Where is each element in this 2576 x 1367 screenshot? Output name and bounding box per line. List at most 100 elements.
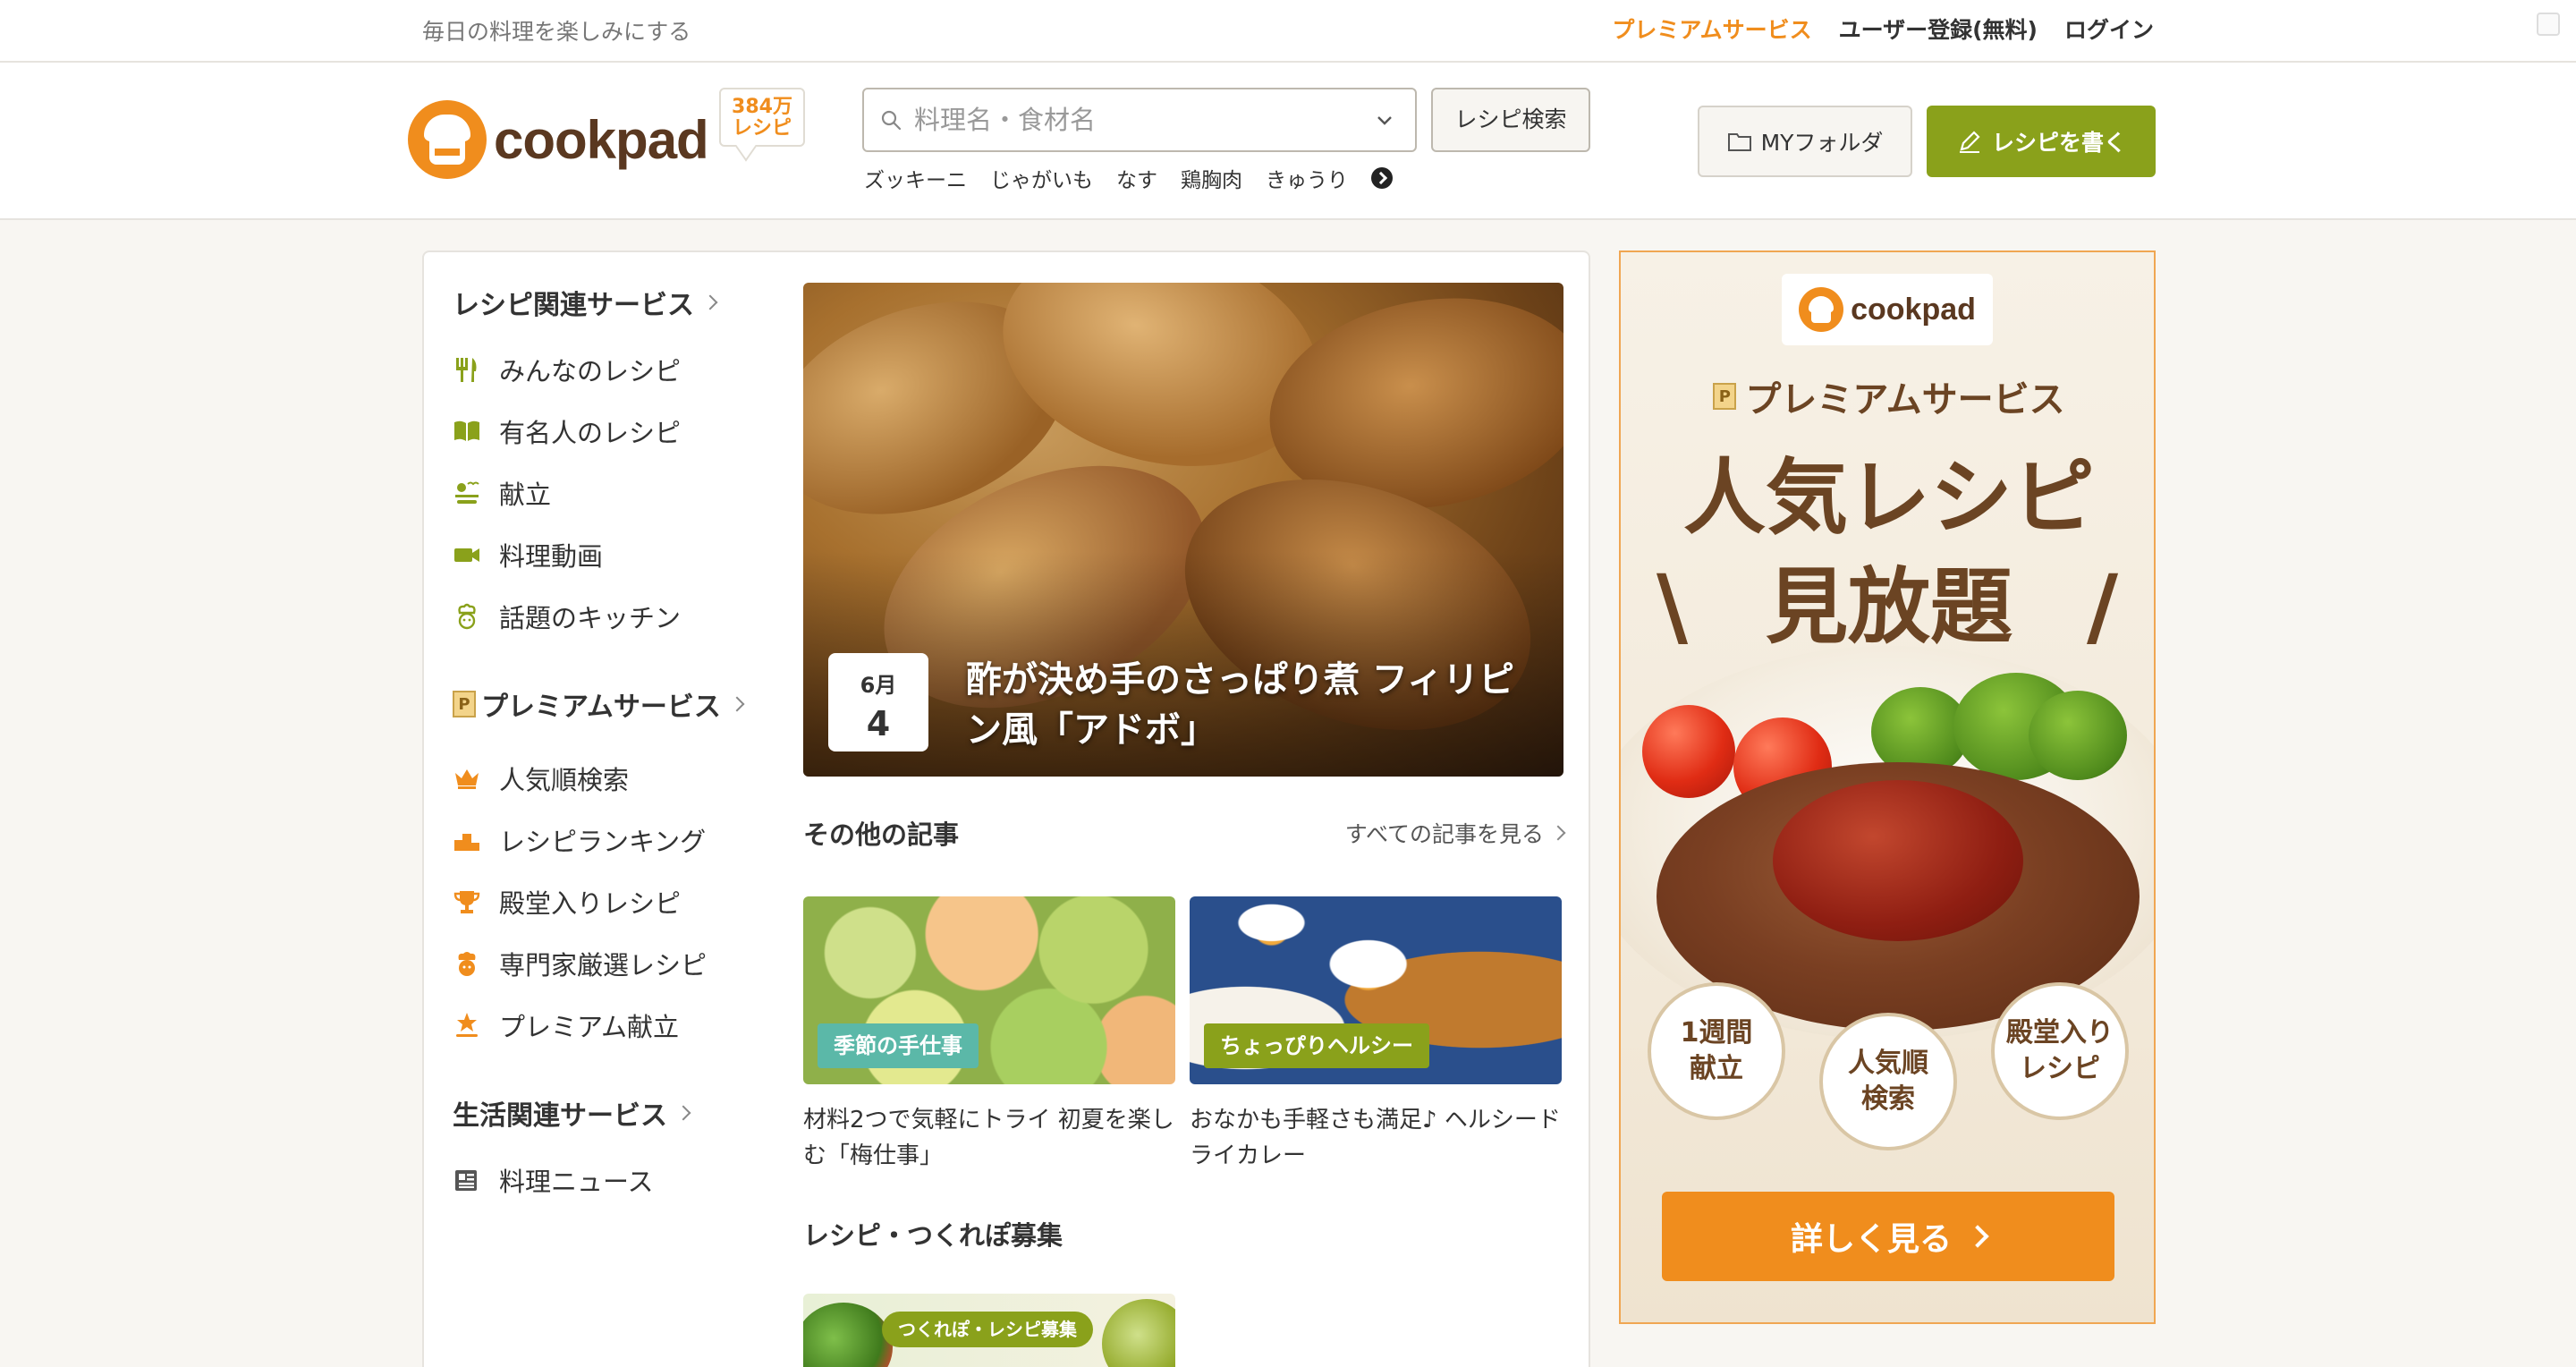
ad-feature-circle: 殿堂入り レシピ bbox=[1991, 982, 2129, 1120]
recipe-count-unit: レシピ bbox=[732, 117, 792, 140]
see-all-label: すべての記事を見る bbox=[1344, 821, 1544, 847]
ranking-icon bbox=[453, 826, 481, 854]
pencil-icon bbox=[1959, 131, 1980, 153]
other-articles-header: その他の記事 すべての記事を見る bbox=[803, 814, 1566, 852]
article-card[interactable]: 季節の手仕事 材料2つで気軽にトライ 初夏を楽しむ「梅仕事」 bbox=[803, 896, 1175, 1174]
top-bar: 毎日の料理を楽しみにする プレミアムサービス ユーザー登録(無料) ログイン bbox=[0, 0, 2576, 63]
sidebar: レシピ関連サービス みんなのレシピ 有名人のレシピ 献立 料理動画 話題のキッチ… bbox=[453, 283, 775, 1210]
ad-details-button[interactable]: 詳しく見る bbox=[1662, 1192, 2114, 1281]
recipe-services-title: レシピ関連サービス bbox=[453, 290, 694, 321]
top-links: プレミアムサービス ユーザー登録(無料) ログイン bbox=[1612, 13, 2154, 45]
ad-slash-left: \ bbox=[1657, 556, 1689, 657]
sidebar-item-label: 料理ニュース bbox=[499, 1166, 654, 1197]
search-input[interactable] bbox=[914, 100, 1343, 140]
see-all-articles-link[interactable]: すべての記事を見る bbox=[1344, 817, 1566, 849]
chef-icon bbox=[453, 602, 481, 631]
chevron-right-icon bbox=[702, 294, 718, 310]
premium-service-link[interactable]: プレミアムサービス bbox=[1612, 13, 1811, 45]
sidebar-item-celebrity-recipes[interactable]: 有名人のレシピ bbox=[453, 400, 775, 462]
ad-headline-line2: 見放題 bbox=[1765, 559, 2012, 655]
tomato-image bbox=[1642, 705, 1735, 798]
chevron-right-icon bbox=[1550, 825, 1566, 841]
keyword-link[interactable]: きゅうり bbox=[1266, 163, 1348, 193]
ad-cta-label: 詳しく見る bbox=[1790, 1221, 1952, 1258]
article-card[interactable]: ちょっぴりヘルシー おなかも手軽さも満足♪ ヘルシードライカレー bbox=[1190, 896, 1562, 1174]
premium-badge-icon: P bbox=[453, 691, 476, 717]
sidebar-item-popularity-search[interactable]: 人気順検索 bbox=[453, 747, 775, 809]
sidebar-item-everyone-recipes[interactable]: みんなのレシピ bbox=[453, 338, 775, 400]
premium-ad-banner[interactable]: cookpad P プレミアムサービス 人気レシピ 見放題 \ / 1週間 献立 … bbox=[1619, 250, 2156, 1324]
login-link[interactable]: ログイン bbox=[2064, 13, 2154, 45]
sidebar-item-label: 有名人のレシピ bbox=[499, 417, 682, 448]
ad-feature-line1: 人気順 bbox=[1848, 1048, 1928, 1079]
keyword-link[interactable]: ズッキーニ bbox=[864, 163, 967, 193]
sidebar-item-trending-kitchen[interactable]: 話題のキッチン bbox=[453, 585, 775, 647]
recipe-count-badge: 384万 レシピ bbox=[719, 88, 805, 147]
write-recipe-label: レシピを書く bbox=[1991, 130, 2126, 156]
keyword-link[interactable]: 鶏胸肉 bbox=[1181, 163, 1242, 193]
recipe-search-button[interactable]: レシピ検索 bbox=[1431, 88, 1590, 152]
ad-feature-circle: 人気順 検索 bbox=[1819, 1013, 1957, 1150]
recruit-title: レシピ・つくれぽ募集 bbox=[803, 1220, 1063, 1251]
tagline: 毎日の料理を楽しみにする bbox=[422, 19, 691, 45]
sidebar-item-cooking-videos[interactable]: 料理動画 bbox=[453, 523, 775, 585]
ad-feature-line2: 献立 bbox=[1690, 1053, 1743, 1084]
ad-slash-right: / bbox=[2086, 556, 2118, 657]
hero-day: 4 bbox=[866, 704, 891, 743]
sidebar-item-premium-menu[interactable]: プレミアム献立 bbox=[453, 994, 775, 1056]
premium-services-heading[interactable]: P プレミアムサービス bbox=[453, 684, 775, 724]
life-services-title: 生活関連サービス bbox=[453, 1100, 667, 1132]
cookpad-logo[interactable]: cookpad bbox=[408, 100, 709, 179]
ad-logo-text: cookpad bbox=[1851, 292, 1976, 327]
premium-badge-icon: P bbox=[1713, 383, 1737, 410]
sidebar-item-expert-picks[interactable]: 専門家厳選レシピ bbox=[453, 932, 775, 994]
ad-premium-text: プレミアムサービス bbox=[1745, 379, 2065, 420]
ad-feature-line1: 1週間 bbox=[1680, 1017, 1753, 1049]
ad-feature-circle: 1週間献立 bbox=[1648, 982, 1785, 1120]
chef-hat-logo-icon bbox=[1799, 287, 1844, 332]
keyword-link[interactable]: じゃがいも bbox=[990, 163, 1093, 193]
hero-date-box: 6月 4 bbox=[828, 653, 928, 751]
sidebar-item-label: 献立 bbox=[499, 479, 552, 510]
article-tag: 季節の手仕事 bbox=[818, 1023, 979, 1068]
ad-feature-line2: 検索 bbox=[1861, 1083, 1915, 1115]
corner-checkbox[interactable] bbox=[2537, 13, 2560, 36]
hero-title: 酢が決め手のさっぱり煮 フィリピン風「アドボ」 bbox=[966, 659, 1515, 751]
my-folder-label: MYフォルダ bbox=[1760, 130, 1884, 156]
crown-icon bbox=[453, 764, 481, 793]
hero-month: 6月 bbox=[860, 673, 897, 698]
dry-curry-photo: ちょっぴりヘルシー bbox=[1190, 896, 1562, 1084]
premium-services-title: プレミアムサービス bbox=[481, 692, 721, 723]
sidebar-item-recipe-ranking[interactable]: レシピランキング bbox=[453, 809, 775, 870]
sidebar-item-menu[interactable]: 献立 bbox=[453, 462, 775, 523]
sidebar-item-cooking-news[interactable]: 料理ニュース bbox=[453, 1149, 775, 1210]
ad-headline-line1: 人気レシピ bbox=[1682, 450, 2095, 546]
write-recipe-button[interactable]: レシピを書く bbox=[1927, 106, 2156, 177]
sidebar-item-hall-of-fame[interactable]: 殿堂入りレシピ bbox=[453, 870, 775, 932]
recipe-count-number: 384万 bbox=[732, 96, 792, 118]
article-title: おなかも手軽さも満足♪ ヘルシードライカレー bbox=[1190, 1107, 1561, 1169]
chevron-right-icon bbox=[729, 696, 745, 712]
ad-premium-label: P プレミアムサービス bbox=[1621, 370, 2154, 422]
recruit-header: レシピ・つくれぽ募集 bbox=[803, 1215, 1563, 1252]
chevron-down-icon[interactable] bbox=[1374, 109, 1395, 131]
more-keywords-arrow-icon[interactable] bbox=[1371, 167, 1393, 189]
ad-feature-line2: レシピ bbox=[2020, 1053, 2100, 1084]
star-meal-icon bbox=[453, 1011, 481, 1040]
chevron-right-icon bbox=[1966, 1225, 1989, 1248]
recruit-banner-label: つくれぽ・レシピ募集 bbox=[882, 1312, 1093, 1347]
fork-knife-icon bbox=[453, 355, 481, 384]
keyword-link[interactable]: なす bbox=[1116, 163, 1157, 193]
register-link[interactable]: ユーザー登録(無料) bbox=[1839, 13, 2038, 45]
life-services-heading[interactable]: 生活関連サービス bbox=[453, 1093, 775, 1133]
recipe-services-heading[interactable]: レシピ関連サービス bbox=[453, 283, 775, 322]
ume-photo: 季節の手仕事 bbox=[803, 896, 1175, 1084]
sidebar-item-label: 殿堂入りレシピ bbox=[499, 887, 682, 919]
broccoli-image bbox=[2029, 691, 2127, 780]
sidebar-item-label: プレミアム献立 bbox=[499, 1011, 679, 1042]
folder-icon bbox=[1727, 133, 1751, 151]
my-folder-button[interactable]: MYフォルダ bbox=[1698, 106, 1912, 177]
newspaper-icon bbox=[453, 1166, 481, 1194]
recruit-banner[interactable]: つくれぽ・レシピ募集 bbox=[803, 1294, 1175, 1367]
featured-article-hero[interactable]: 6月 4 酢が決め手のさっぱり煮 フィリピン風「アドボ」 bbox=[803, 283, 1563, 777]
